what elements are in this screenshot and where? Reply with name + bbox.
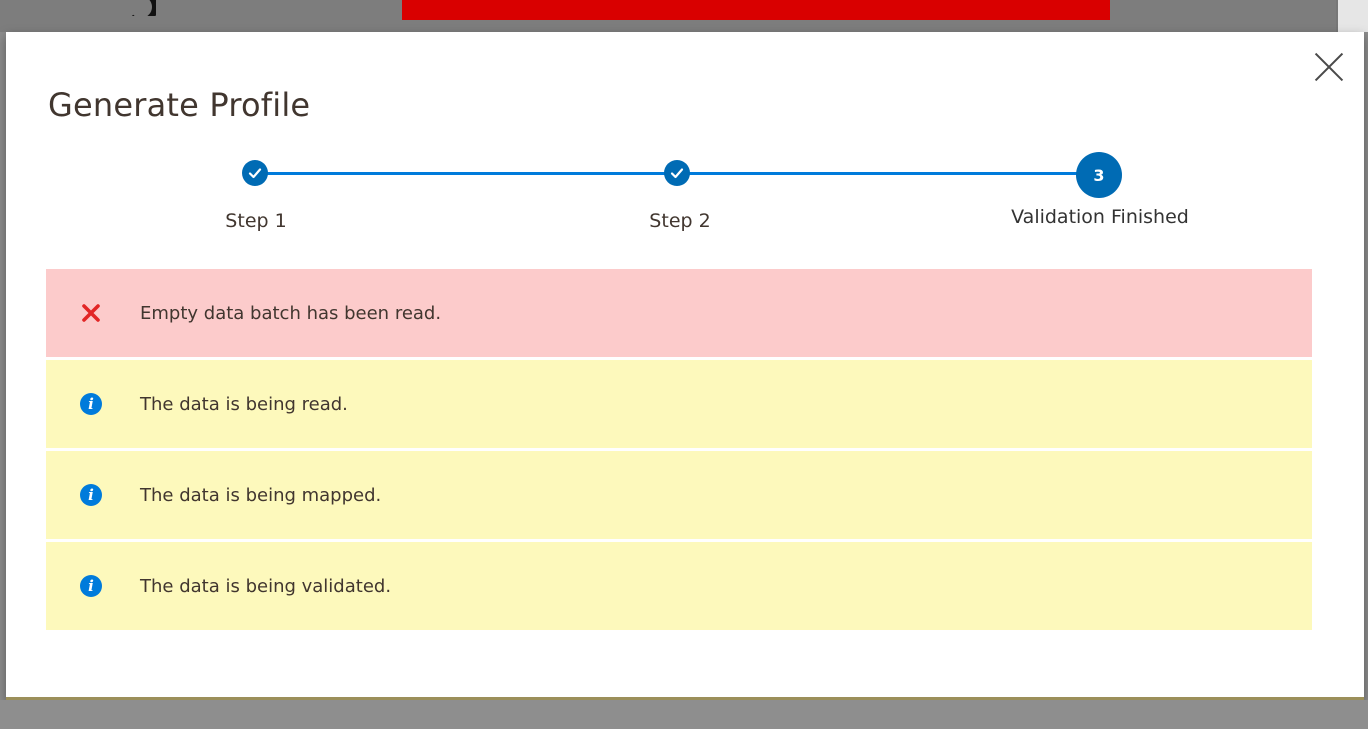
step-3-label: Validation Finished [1011, 206, 1189, 228]
step-3-number: 3 [1076, 152, 1122, 198]
scrollbar-corner [1336, 0, 1368, 32]
info-icon: i [80, 575, 102, 597]
error-message: Empty data batch has been read. [46, 269, 1312, 357]
message-list: Empty data batch has been read. i The da… [46, 269, 1312, 633]
step-connector-1 [258, 172, 682, 175]
info-icon: i [80, 393, 102, 415]
message-text: Empty data batch has been read. [140, 302, 442, 324]
info-message: i The data is being read. [46, 360, 1312, 448]
info-message: i The data is being validated. [46, 542, 1312, 630]
page-backdrop-header [0, 0, 1368, 32]
message-text: The data is being read. [140, 393, 348, 415]
progress-steps: 3 Step 1 Step 2 Validation Finished [6, 150, 1364, 250]
logo-fragment [96, 0, 156, 16]
info-message: i The data is being mapped. [46, 451, 1312, 539]
modal-title: Generate Profile [48, 86, 311, 124]
notification-banner [402, 0, 1110, 20]
info-icon: i [80, 484, 102, 506]
step-2-check-icon [664, 160, 690, 186]
generate-profile-modal: Generate Profile 3 Step 1 Step 2 Validat… [6, 32, 1364, 700]
step-3-number-text: 3 [1093, 165, 1105, 185]
step-connector-2 [682, 172, 1102, 175]
message-text: The data is being mapped. [140, 484, 382, 506]
step-1-label: Step 1 [225, 210, 287, 232]
message-text: The data is being validated. [140, 575, 392, 597]
step-2-label: Step 2 [649, 210, 711, 232]
close-x-icon [80, 302, 102, 324]
step-1-check-icon [242, 160, 268, 186]
close-icon[interactable] [1310, 48, 1348, 86]
page-backdrop-footer [0, 700, 1368, 729]
